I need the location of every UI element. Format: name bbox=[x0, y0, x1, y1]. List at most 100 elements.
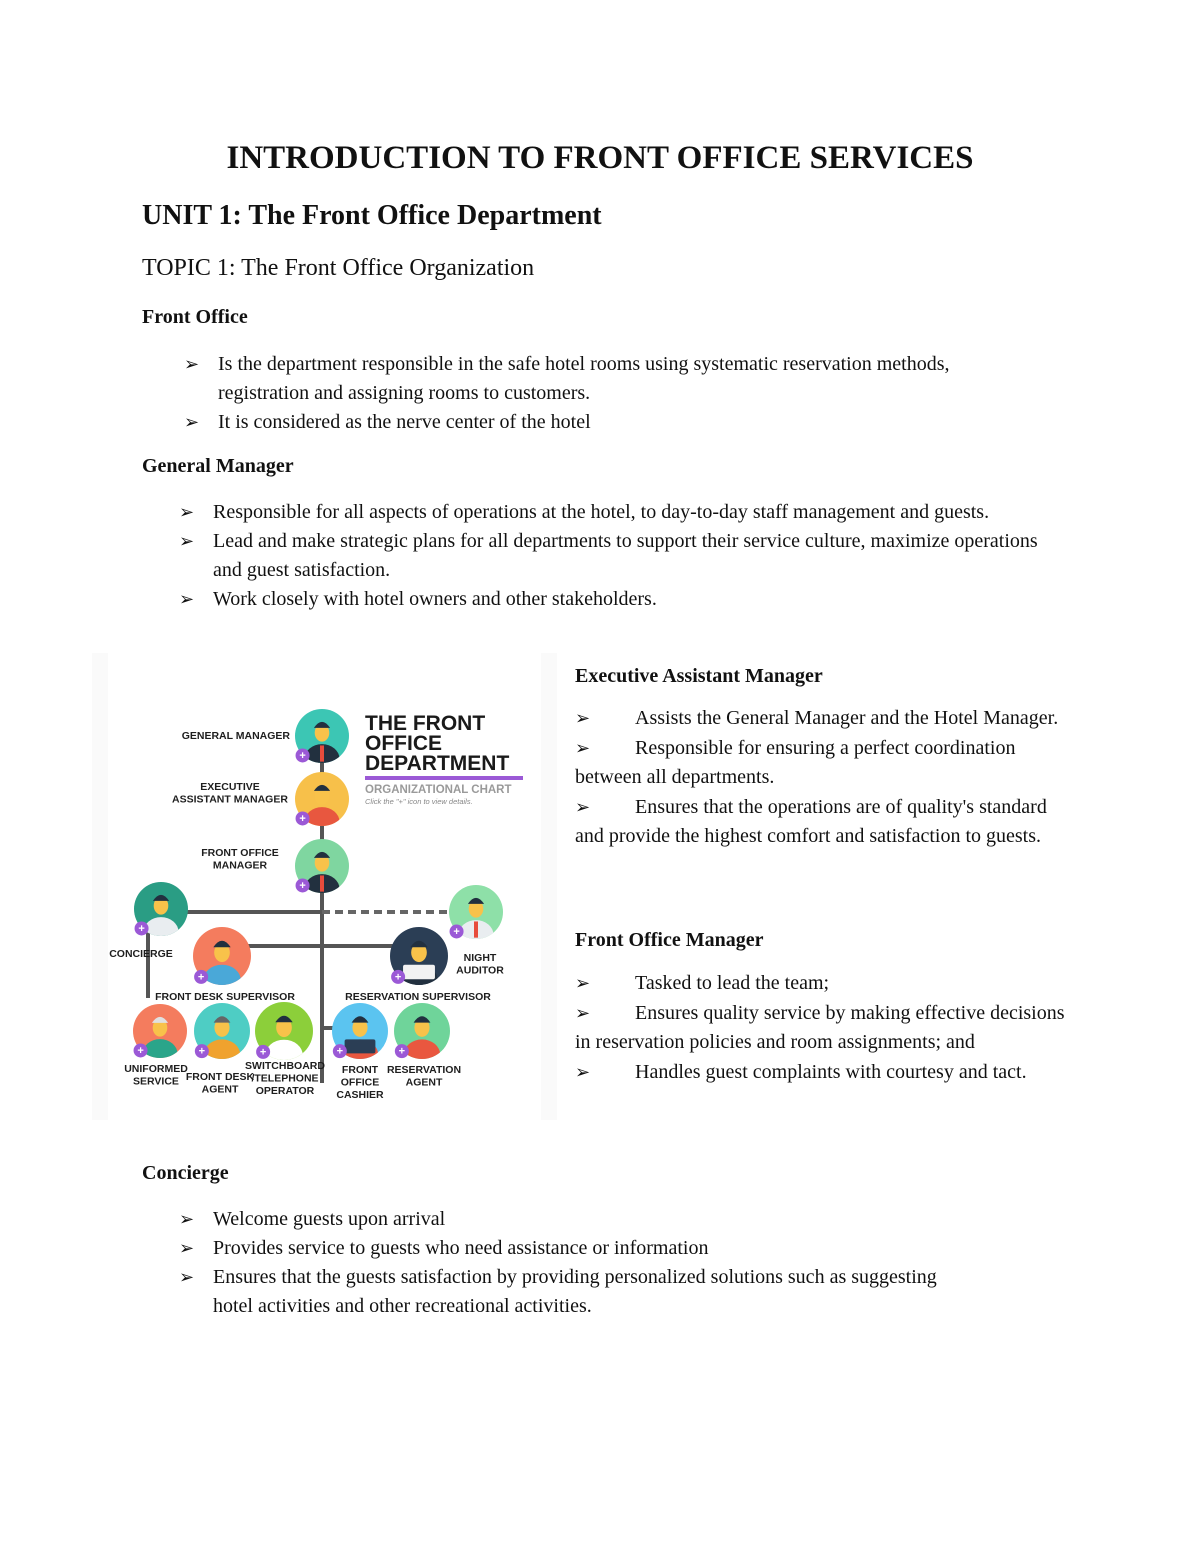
org-node-label: MANAGER bbox=[213, 860, 268, 872]
list-item: ➢ Welcome guests upon arrival bbox=[179, 1205, 979, 1234]
svg-text:+: + bbox=[198, 971, 204, 983]
svg-text:+: + bbox=[337, 1046, 343, 1058]
svg-text:+: + bbox=[299, 813, 305, 825]
arrow-bullet-icon: ➢ bbox=[179, 502, 195, 522]
section-heading-concierge: Concierge bbox=[142, 1162, 229, 1184]
org-node-label: FRONT bbox=[342, 1064, 379, 1076]
org-node-label: RESERVATION SUPERVISOR bbox=[345, 991, 491, 1003]
plus-icon[interactable]: + bbox=[449, 924, 464, 939]
org-chart-graphic: + GENERAL MANAGER + EXECUTIVEASSISTANT MANA… bbox=[109, 709, 523, 1101]
org-node-front-office-manager: + FRONT OFFICEMANAGER bbox=[201, 839, 349, 893]
org-node-label: OPERATOR bbox=[256, 1085, 315, 1097]
svg-text:+: + bbox=[137, 1045, 143, 1057]
list-item: ➢ It is considered as the nerve center of… bbox=[184, 408, 1014, 437]
list-item: ➢ Handles guest complaints with courtesy … bbox=[575, 1058, 1065, 1088]
arrow-bullet-icon: ➢ bbox=[575, 1061, 591, 1082]
org-node-label: FRONT DESK bbox=[186, 1071, 255, 1083]
list-item: ➢ Ensures quality service by making effec… bbox=[575, 999, 1065, 1058]
org-chart-hint: Click the "+" icon to view details. bbox=[365, 797, 473, 806]
arrow-bullet-icon: ➢ bbox=[179, 589, 195, 609]
list-item: ➢ Responsible for ensuring a perfect coor… bbox=[575, 734, 1065, 793]
plus-icon[interactable]: + bbox=[256, 1044, 271, 1059]
org-node-uniformed-service: + UNIFORMEDSERVICE bbox=[124, 1004, 188, 1088]
list-item: ➢ Tasked to lead the team; bbox=[575, 969, 1065, 999]
org-node-front-desk-supervisor: + FRONT DESK SUPERVISOR bbox=[155, 927, 295, 1003]
org-node-label: CONCIERGE bbox=[109, 948, 173, 960]
section-heading-front-office: Front Office bbox=[142, 306, 248, 328]
list-item: ➢ Assists the General Manager and the Hot… bbox=[575, 704, 1065, 734]
org-chart-title-line: DEPARTMENT bbox=[365, 752, 509, 775]
plus-icon[interactable]: + bbox=[134, 921, 149, 936]
section-heading-general-manager: General Manager bbox=[142, 455, 294, 477]
svg-text:+: + bbox=[399, 1046, 405, 1058]
list-item: ➢ Ensures that the operations are of qual… bbox=[575, 793, 1065, 852]
arrow-bullet-icon: ➢ bbox=[179, 1209, 195, 1229]
plus-icon[interactable]: + bbox=[394, 1044, 409, 1059]
unit-heading: UNIT 1: The Front Office Department bbox=[142, 200, 602, 231]
list-item: ➢ Provides service to guests who need ass… bbox=[179, 1234, 979, 1263]
concierge-bullets: ➢ Welcome guests upon arrival ➢ Provides s… bbox=[179, 1205, 979, 1321]
list-item: ➢ Ensures that the guests satisfaction by… bbox=[179, 1263, 979, 1321]
svg-text:+: + bbox=[138, 923, 144, 935]
svg-text:+: + bbox=[199, 1046, 205, 1058]
arrow-bullet-icon: ➢ bbox=[575, 737, 591, 758]
plus-icon[interactable]: + bbox=[194, 1044, 209, 1059]
svg-text:+: + bbox=[395, 971, 401, 983]
org-node-label: CASHIER bbox=[336, 1089, 384, 1101]
arrow-bullet-icon: ➢ bbox=[575, 973, 591, 993]
org-node-label: FRONT OFFICE bbox=[201, 847, 279, 859]
org-chart-subtitle: ORGANIZATIONAL CHART bbox=[365, 784, 512, 796]
org-node-night-auditor: + NIGHTAUDITOR bbox=[449, 885, 504, 977]
org-node-label: NIGHT bbox=[464, 952, 497, 964]
svg-text:+: + bbox=[299, 750, 305, 762]
arrow-bullet-icon: ➢ bbox=[575, 708, 591, 728]
arrow-bullet-icon: ➢ bbox=[179, 1267, 195, 1287]
svg-text:+: + bbox=[299, 880, 305, 892]
org-node-label: GENERAL MANAGER bbox=[182, 730, 291, 742]
arrow-bullet-icon: ➢ bbox=[179, 531, 195, 551]
plus-icon[interactable]: + bbox=[194, 969, 209, 984]
section-heading-front-office-manager: Front Office Manager bbox=[575, 929, 764, 951]
document-title: INTRODUCTION TO FRONT OFFICE SERVICES bbox=[226, 140, 974, 176]
org-node-label: AGENT bbox=[202, 1084, 239, 1096]
svg-text:+: + bbox=[260, 1046, 266, 1058]
list-item: ➢ Lead and make strategic plans for all d… bbox=[179, 527, 1069, 585]
org-node-reservation-agent: + RESERVATIONAGENT bbox=[387, 1003, 461, 1089]
org-node-concierge: + CONCIERGE bbox=[109, 882, 188, 960]
arrow-bullet-icon: ➢ bbox=[179, 1238, 195, 1258]
arrow-bullet-icon: ➢ bbox=[575, 796, 591, 817]
org-node-front-desk-agent: + FRONT DESKAGENT bbox=[186, 1003, 255, 1096]
org-node-label: EXECUTIVE bbox=[200, 781, 260, 793]
plus-icon[interactable]: + bbox=[295, 811, 310, 826]
plus-icon[interactable]: + bbox=[295, 878, 310, 893]
plus-icon[interactable]: + bbox=[133, 1043, 148, 1058]
org-chart-image: + GENERAL MANAGER + EXECUTIVE ASSISTANT MANA… bbox=[92, 653, 557, 1120]
executive-assistant-manager-bullets: ➢ Assists the General Manager and the Hot… bbox=[575, 704, 1065, 852]
front-office-bullets: ➢ Is the department responsible in the sa… bbox=[184, 350, 1014, 437]
org-node-label: FRONT DESK SUPERVISOR bbox=[155, 991, 295, 1003]
org-node-label: AUDITOR bbox=[456, 965, 504, 977]
arrow-bullet-icon: ➢ bbox=[575, 1002, 591, 1023]
org-node-label: ASSISTANT MANAGER bbox=[172, 794, 288, 806]
title-underline bbox=[365, 776, 523, 780]
general-manager-bullets: ➢ Responsible for all aspects of operatio… bbox=[179, 498, 1069, 614]
plus-icon[interactable]: + bbox=[295, 748, 310, 763]
list-item: ➢ Work closely with hotel owners and othe… bbox=[179, 585, 1069, 614]
list-item: ➢ Is the department responsible in the sa… bbox=[184, 350, 1014, 408]
org-node-label: SERVICE bbox=[133, 1076, 179, 1088]
org-node-front-office-cashier: + FRONTOFFICECASHIER bbox=[332, 1003, 388, 1101]
plus-icon[interactable]: + bbox=[332, 1044, 347, 1059]
list-item: ➢ Responsible for all aspects of operatio… bbox=[179, 498, 1069, 527]
org-node-label: UNIFORMED bbox=[124, 1063, 188, 1075]
org-node-label: OFFICE bbox=[341, 1077, 380, 1089]
arrow-bullet-icon: ➢ bbox=[184, 412, 200, 432]
svg-text:+: + bbox=[453, 926, 459, 938]
org-node-switchboard-operator: + SWITCHBOARD/TELEPHONEOPERATOR bbox=[245, 1002, 325, 1097]
front-office-manager-bullets: ➢ Tasked to lead the team; ➢ Ensures quali… bbox=[575, 969, 1065, 1087]
arrow-bullet-icon: ➢ bbox=[184, 354, 200, 374]
plus-icon[interactable]: + bbox=[391, 969, 406, 984]
topic-heading: TOPIC 1: The Front Office Organization bbox=[142, 255, 535, 281]
section-heading-executive-assistant-manager: Executive Assistant Manager bbox=[575, 665, 823, 687]
org-node-label: AGENT bbox=[406, 1077, 443, 1089]
org-node-label: SWITCHBOARD bbox=[245, 1060, 325, 1072]
